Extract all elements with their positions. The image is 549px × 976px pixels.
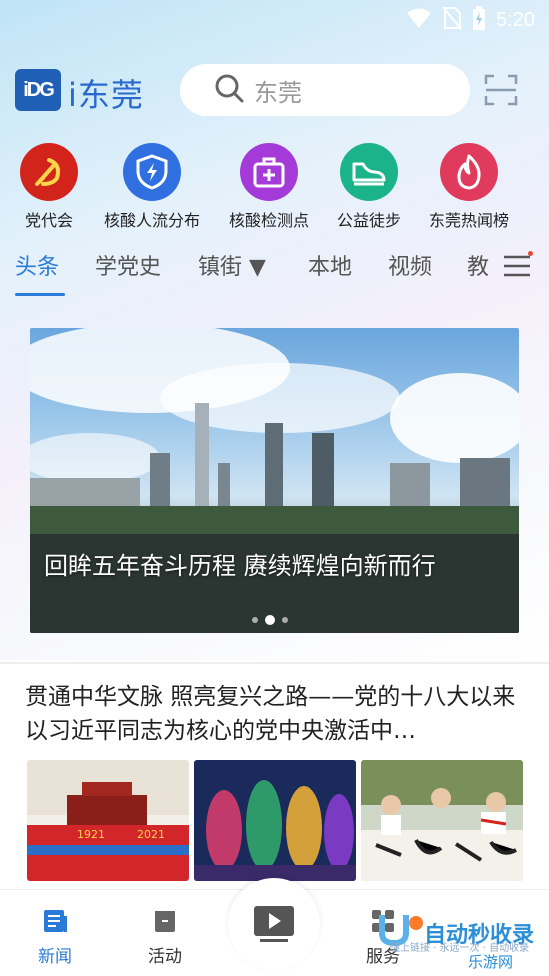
city-skyline-image [30,328,519,633]
quick-link-label: 党代会 [24,211,73,230]
flame-icon [440,143,498,201]
tab-education[interactable]: 教 [467,249,489,281]
battery-charging-icon [472,6,486,34]
tab-video[interactable]: 视频 [388,249,432,281]
nav-news[interactable]: 新闻 [20,908,90,967]
carousel-dot-active[interactable] [265,615,275,625]
section-divider [0,662,549,664]
scan-icon [484,74,518,106]
notification-dot [528,251,533,256]
tab-party-history[interactable]: 学党史 [95,249,161,281]
banner-title: 回眸五年奋斗历程 赓续辉煌向新而行 [44,552,436,580]
quick-link-label: 公益徒步 [336,211,401,230]
video-play-button[interactable] [228,878,320,970]
carousel-dot[interactable] [252,617,258,623]
quick-link-crowd-distribution[interactable]: 核酸人流分布 [97,143,207,231]
clock: 5:20 [496,8,535,31]
status-bar: 5:20 [0,0,549,40]
wifi-icon [406,7,432,33]
search-input[interactable]: 东莞 [180,64,470,116]
thumb-year-start: 1921 [77,828,105,841]
quick-link-label: 核酸人流分布 [103,211,200,230]
no-sim-icon [442,6,462,34]
carousel-indicator [252,615,288,625]
newspaper-icon [44,910,67,932]
quick-link-hot-news[interactable]: 东莞热闻榜 [414,143,524,231]
medical-kit-icon [240,143,298,201]
shield-bolt-icon [123,143,181,201]
nav-news-label: 新闻 [38,947,72,967]
app-header: iDG i东莞 东莞 [0,62,549,118]
nav-events-label: 活动 [148,947,182,967]
news-thumbnail-ceremony[interactable]: 1921 2021 [27,760,189,881]
app-name: i东莞 [68,76,144,114]
search-placeholder: 东莞 [254,78,302,107]
quick-link-party-congress[interactable]: 党代会 [0,143,104,231]
quick-link-testing-sites[interactable]: 核酸检测点 [214,143,324,231]
tab-local[interactable]: 本地 [308,249,352,281]
quick-link-label: 东莞热闻榜 [428,211,509,230]
tab-towns[interactable]: 镇街 ▼ [198,249,266,281]
quick-link-label: 核酸检测点 [228,211,309,230]
watermark: 自动秒收录 懂上链接 · 永远一次 · 自动收录 乐游网 [368,905,549,976]
watermark-site: 乐游网 [468,953,514,971]
news-thumbnail-calligraphy[interactable] [361,760,523,881]
tab-headlines[interactable]: 头条 [15,249,59,281]
quick-links: 党代会 核酸人流分布 核酸检测点 公益徒步 东莞热闻榜 [0,143,549,233]
news-headline[interactable]: 贯通中华文脉 照亮复兴之路——党的十八大以来以习近平同志为核心的党中央激活中… [25,680,525,748]
news-thumbnail-dance[interactable] [194,760,356,881]
thumb-year-end: 2021 [137,828,165,841]
headline-banner[interactable]: 回眸五年奋斗历程 赓续辉煌向新而行 [30,328,519,633]
calendar-icon [155,911,175,932]
active-tab-indicator [15,293,65,296]
party-emblem-icon [20,143,78,201]
channel-menu-button[interactable] [502,253,532,279]
carousel-dot[interactable] [282,617,288,623]
nav-events[interactable]: 活动 [130,908,200,967]
quick-link-charity-walk[interactable]: 公益徒步 [314,143,424,231]
app-logo: iDG [15,69,61,111]
category-tabs: 头条 学党史 镇街 ▼ 本地 视频 教 [0,243,549,303]
menu-icon [504,255,530,277]
scan-button[interactable] [484,74,518,106]
search-icon [214,73,244,107]
play-icon [254,906,294,942]
sneaker-icon [340,143,398,201]
